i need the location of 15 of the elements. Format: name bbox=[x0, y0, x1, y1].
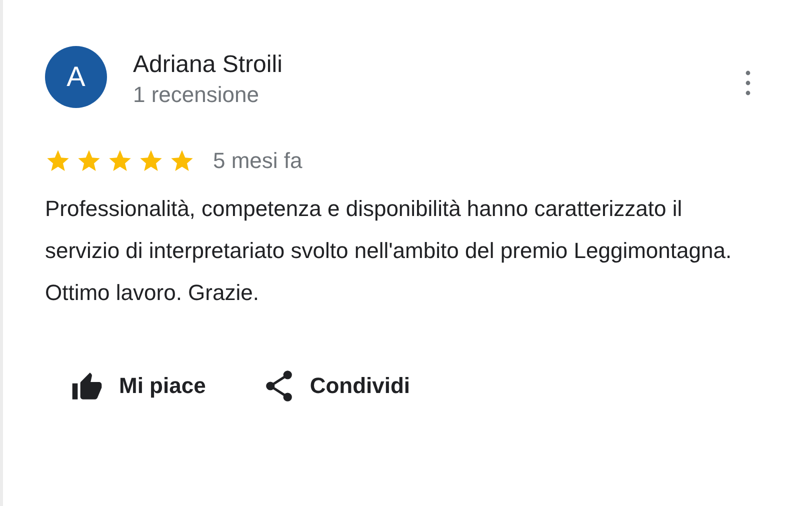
thumbs-up-icon bbox=[71, 371, 103, 401]
star-icon bbox=[107, 148, 133, 174]
review-count: 1 recensione bbox=[133, 81, 260, 109]
review-text: Professionalità, competenza e disponibilità hanno caratterizzato il servizio di interpretariato svolto nell'ambito del premio Leggimontagna. Ottimo lavoro. Grazie. bbox=[45, 195, 733, 307]
avatar: A bbox=[45, 46, 107, 108]
star-icon bbox=[76, 148, 102, 174]
like-button[interactable]: Mi piace bbox=[57, 364, 220, 408]
review-time: 5 mesi fa bbox=[213, 148, 302, 174]
star-icon bbox=[138, 148, 164, 174]
more-options-icon[interactable] bbox=[745, 70, 751, 96]
star-icon bbox=[169, 148, 195, 174]
author-name[interactable]: Adriana Stroili bbox=[133, 50, 745, 80]
share-icon bbox=[264, 370, 294, 402]
share-button[interactable]: Condividi bbox=[250, 364, 424, 408]
star-icon bbox=[45, 148, 71, 174]
